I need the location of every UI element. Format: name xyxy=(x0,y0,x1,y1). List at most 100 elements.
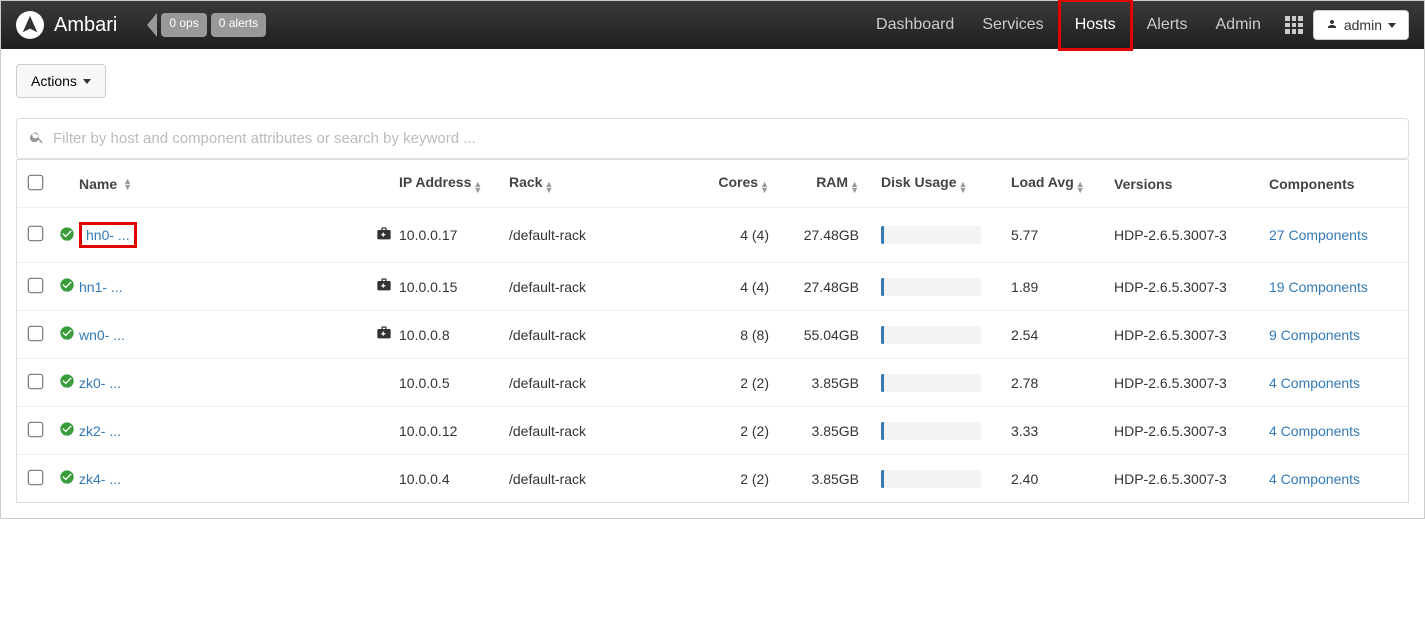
host-name-link[interactable]: wn0- ... xyxy=(79,327,125,343)
rack: /default-rack xyxy=(509,423,699,439)
ops-badge[interactable]: 0 ops xyxy=(161,13,206,37)
disk-usage-bar xyxy=(881,326,981,344)
alerts-badge[interactable]: 0 alerts xyxy=(211,13,266,37)
load-avg: 5.77 xyxy=(989,227,1104,243)
row-checkbox[interactable] xyxy=(28,325,44,341)
sort-icon: ▲▼ xyxy=(473,181,482,193)
ip-address: 10.0.0.17 xyxy=(399,227,509,243)
cores: 2 (2) xyxy=(699,375,769,391)
cores: 4 (4) xyxy=(699,227,769,243)
components-link[interactable]: 4 Components xyxy=(1269,375,1360,391)
ambari-logo-icon xyxy=(16,11,44,39)
components-link[interactable]: 4 Components xyxy=(1269,423,1360,439)
status-ok-icon xyxy=(59,229,75,245)
col-header-rack[interactable]: Rack▲▼ xyxy=(509,174,699,193)
disk-usage-bar xyxy=(881,374,981,392)
filter-input[interactable] xyxy=(53,130,1396,147)
ram: 55.04GB xyxy=(769,327,859,343)
actions-dropdown-button[interactable]: Actions xyxy=(16,64,106,98)
user-icon xyxy=(1326,17,1338,33)
status-ok-icon xyxy=(59,328,75,344)
table-row: zk4- ...10.0.0.4/default-rack2 (2)3.85GB… xyxy=(17,454,1408,502)
select-all-checkbox[interactable] xyxy=(28,174,44,190)
table-row: hn1- ... 10.0.0.15/default-rack4 (4)27.48… xyxy=(17,262,1408,310)
ip-address: 10.0.0.15 xyxy=(399,279,509,295)
load-avg: 2.78 xyxy=(989,375,1104,391)
cores: 8 (8) xyxy=(699,327,769,343)
col-header-ip[interactable]: IP Address▲▼ xyxy=(399,174,509,193)
ip-address: 10.0.0.5 xyxy=(399,375,509,391)
top-navbar: Ambari 0 ops 0 alerts Dashboard Services… xyxy=(1,1,1424,49)
col-header-load[interactable]: Load Avg▲▼ xyxy=(989,174,1104,193)
row-checkbox[interactable] xyxy=(28,373,44,389)
load-avg: 2.54 xyxy=(989,327,1104,343)
nav-hosts[interactable]: Hosts xyxy=(1058,0,1133,51)
components-link[interactable]: 4 Components xyxy=(1269,471,1360,487)
load-avg: 2.40 xyxy=(989,471,1104,487)
nav-links: Dashboard Services Hosts Alerts Admin ad… xyxy=(862,0,1409,51)
col-header-cores[interactable]: Cores▲▼ xyxy=(699,174,769,193)
load-avg: 3.33 xyxy=(989,423,1104,439)
brand-title: Ambari xyxy=(54,14,117,37)
filter-box[interactable] xyxy=(16,118,1409,159)
sort-icon: ▲▼ xyxy=(760,181,769,193)
apps-grid-icon[interactable] xyxy=(1285,16,1303,34)
ip-address: 10.0.0.4 xyxy=(399,471,509,487)
components-link[interactable]: 9 Components xyxy=(1269,327,1360,343)
sort-icon: ▲▼ xyxy=(544,181,553,193)
caret-down-icon xyxy=(83,79,91,84)
user-dropdown-button[interactable]: admin xyxy=(1313,10,1409,40)
host-name-link[interactable]: zk4- ... xyxy=(79,471,121,487)
row-checkbox[interactable] xyxy=(28,277,44,293)
col-header-disk[interactable]: Disk Usage▲▼ xyxy=(859,174,989,193)
table-row: zk2- ...10.0.0.12/default-rack2 (2)3.85G… xyxy=(17,406,1408,454)
caret-down-icon xyxy=(1388,23,1396,28)
rack: /default-rack xyxy=(509,375,699,391)
status-ok-icon xyxy=(59,280,75,296)
search-icon xyxy=(29,129,45,148)
version: HDP-2.6.5.3007-3 xyxy=(1104,423,1259,439)
components-link[interactable]: 19 Components xyxy=(1269,279,1368,295)
table-row: wn0- ... 10.0.0.8/default-rack8 (8)55.04G… xyxy=(17,310,1408,358)
badge-arrow-icon xyxy=(147,13,157,37)
rack: /default-rack xyxy=(509,279,699,295)
nav-alerts[interactable]: Alerts xyxy=(1133,2,1202,48)
status-badges: 0 ops 0 alerts xyxy=(147,13,266,37)
row-checkbox[interactable] xyxy=(28,421,44,437)
row-checkbox[interactable] xyxy=(28,226,44,242)
cores: 4 (4) xyxy=(699,279,769,295)
version: HDP-2.6.5.3007-3 xyxy=(1104,327,1259,343)
host-name-link[interactable]: zk0- ... xyxy=(79,375,121,391)
disk-usage-bar xyxy=(881,226,981,244)
row-checkbox[interactable] xyxy=(28,469,44,485)
ram: 3.85GB xyxy=(769,375,859,391)
cores: 2 (2) xyxy=(699,423,769,439)
ram: 27.48GB xyxy=(769,279,859,295)
sort-icon: ▲▼ xyxy=(958,181,967,193)
ip-address: 10.0.0.8 xyxy=(399,327,509,343)
version: HDP-2.6.5.3007-3 xyxy=(1104,227,1259,243)
col-header-components: Components xyxy=(1259,176,1396,192)
nav-services[interactable]: Services xyxy=(968,2,1057,48)
table-header-row: Name▲▼ IP Address▲▼ Rack▲▼ Cores▲▼ RAM▲▼… xyxy=(17,159,1408,207)
page-content: Actions Name▲▼ IP Address▲▼ Rack▲▼ Cores… xyxy=(1,49,1424,518)
ram: 3.85GB xyxy=(769,423,859,439)
maintenance-icon xyxy=(376,328,392,344)
actions-label: Actions xyxy=(31,73,77,89)
col-header-ram[interactable]: RAM▲▼ xyxy=(769,174,859,193)
host-name-link[interactable]: hn1- ... xyxy=(79,279,123,295)
nav-admin[interactable]: Admin xyxy=(1202,2,1275,48)
nav-dashboard[interactable]: Dashboard xyxy=(862,2,968,48)
version: HDP-2.6.5.3007-3 xyxy=(1104,279,1259,295)
host-name-link[interactable]: hn0- ... xyxy=(79,222,137,248)
host-name-link[interactable]: zk2- ... xyxy=(79,423,121,439)
rack: /default-rack xyxy=(509,327,699,343)
load-avg: 1.89 xyxy=(989,279,1104,295)
rack: /default-rack xyxy=(509,471,699,487)
rack: /default-rack xyxy=(509,227,699,243)
ram: 3.85GB xyxy=(769,471,859,487)
col-header-name[interactable]: Name▲▼ xyxy=(79,176,369,192)
ram: 27.48GB xyxy=(769,227,859,243)
admin-label: admin xyxy=(1344,17,1382,33)
components-link[interactable]: 27 Components xyxy=(1269,227,1368,243)
